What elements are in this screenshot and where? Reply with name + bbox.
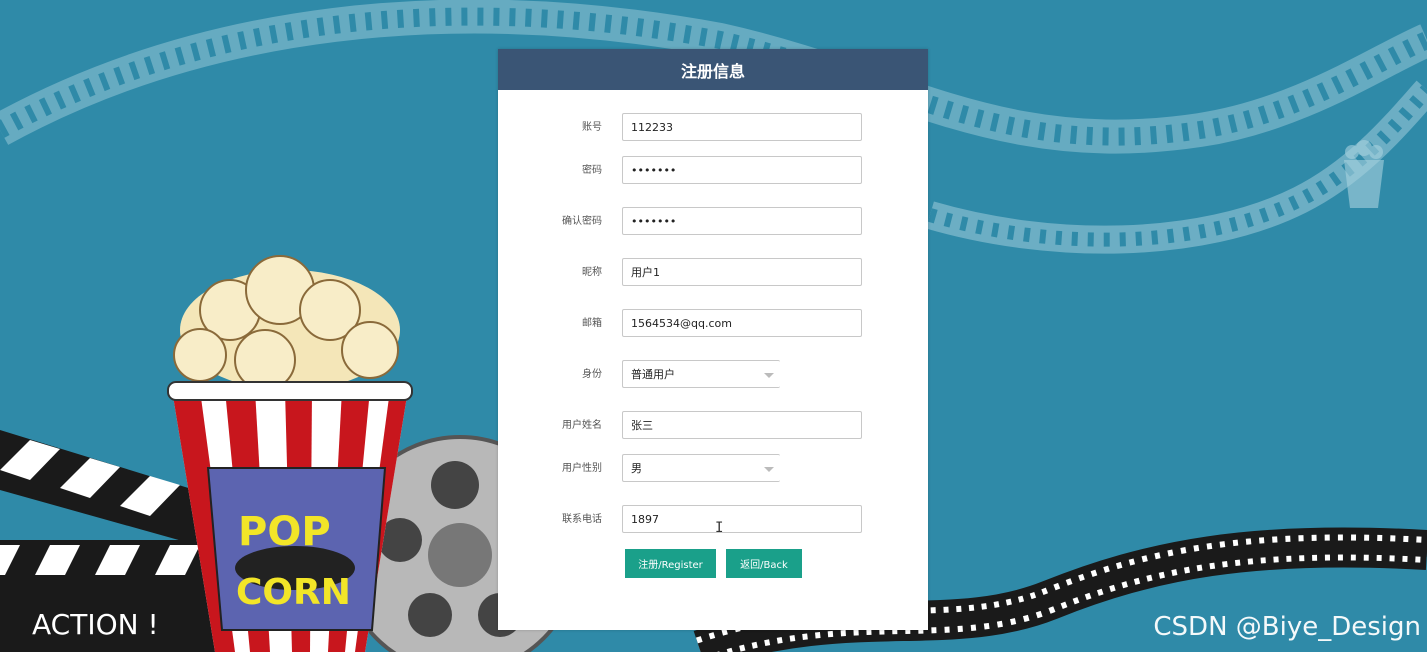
confirm-password-input[interactable]: ••••••• [622,207,862,235]
email-row: 邮箱 1564534@qq.com [498,309,928,339]
email-label: 邮箱 [582,318,602,329]
gender-row: 用户性别 男 [498,454,928,484]
gender-label: 用户性别 [562,463,602,474]
chevron-down-icon [764,467,774,472]
user-name-input[interactable]: 张三 [622,411,862,439]
popcorn-box-small-icon [1344,140,1384,208]
account-row: 账号 112233 [498,113,928,143]
register-button[interactable]: 注册/Register [625,549,716,578]
user-name-label: 用户姓名 [562,420,602,431]
watermark: CSDN @Biye_Design [1153,612,1421,642]
gender-select[interactable]: 男 [622,454,780,482]
nickname-input[interactable]: 用户1 [622,258,862,286]
gender-select-value: 男 [631,462,642,475]
popcorn-text-corn: CORN [236,572,351,613]
nickname-label: 昵称 [582,267,602,278]
text-cursor-icon: I [715,520,724,536]
phone-row: 联系电话 1897 [498,505,928,535]
email-input[interactable]: 1564534@qq.com [622,309,862,337]
user-name-row: 用户姓名 张三 [498,411,928,441]
confirm-password-label: 确认密码 [562,216,602,227]
phone-input[interactable]: 1897 [622,505,862,533]
password-input[interactable]: ••••••• [622,156,862,184]
phone-label: 联系电话 [562,514,602,525]
role-select[interactable]: 普通用户 [622,360,780,388]
nickname-row: 昵称 用户1 [498,258,928,288]
password-label: 密码 [582,165,602,176]
account-input[interactable]: 112233 [622,113,862,141]
popcorn-text-pop: POP [238,509,331,555]
password-row: 密码 ••••••• [498,156,928,186]
back-button[interactable]: 返回/Back [726,549,802,578]
account-label: 账号 [582,122,602,133]
role-row: 身份 普通用户 [498,360,928,390]
confirm-password-row: 确认密码 ••••••• [498,207,928,237]
role-select-value: 普通用户 [631,368,675,381]
register-page: ACTION ! POP CORN 注册信息 账号 112233 密码 ••••… [0,0,1427,652]
clapper-text: ACTION ! [32,608,159,641]
chevron-down-icon [764,373,774,378]
role-label: 身份 [582,369,602,380]
panel-title: 注册信息 [498,49,928,90]
register-panel: 注册信息 账号 112233 密码 ••••••• 确认密码 ••••••• 昵… [498,49,928,630]
